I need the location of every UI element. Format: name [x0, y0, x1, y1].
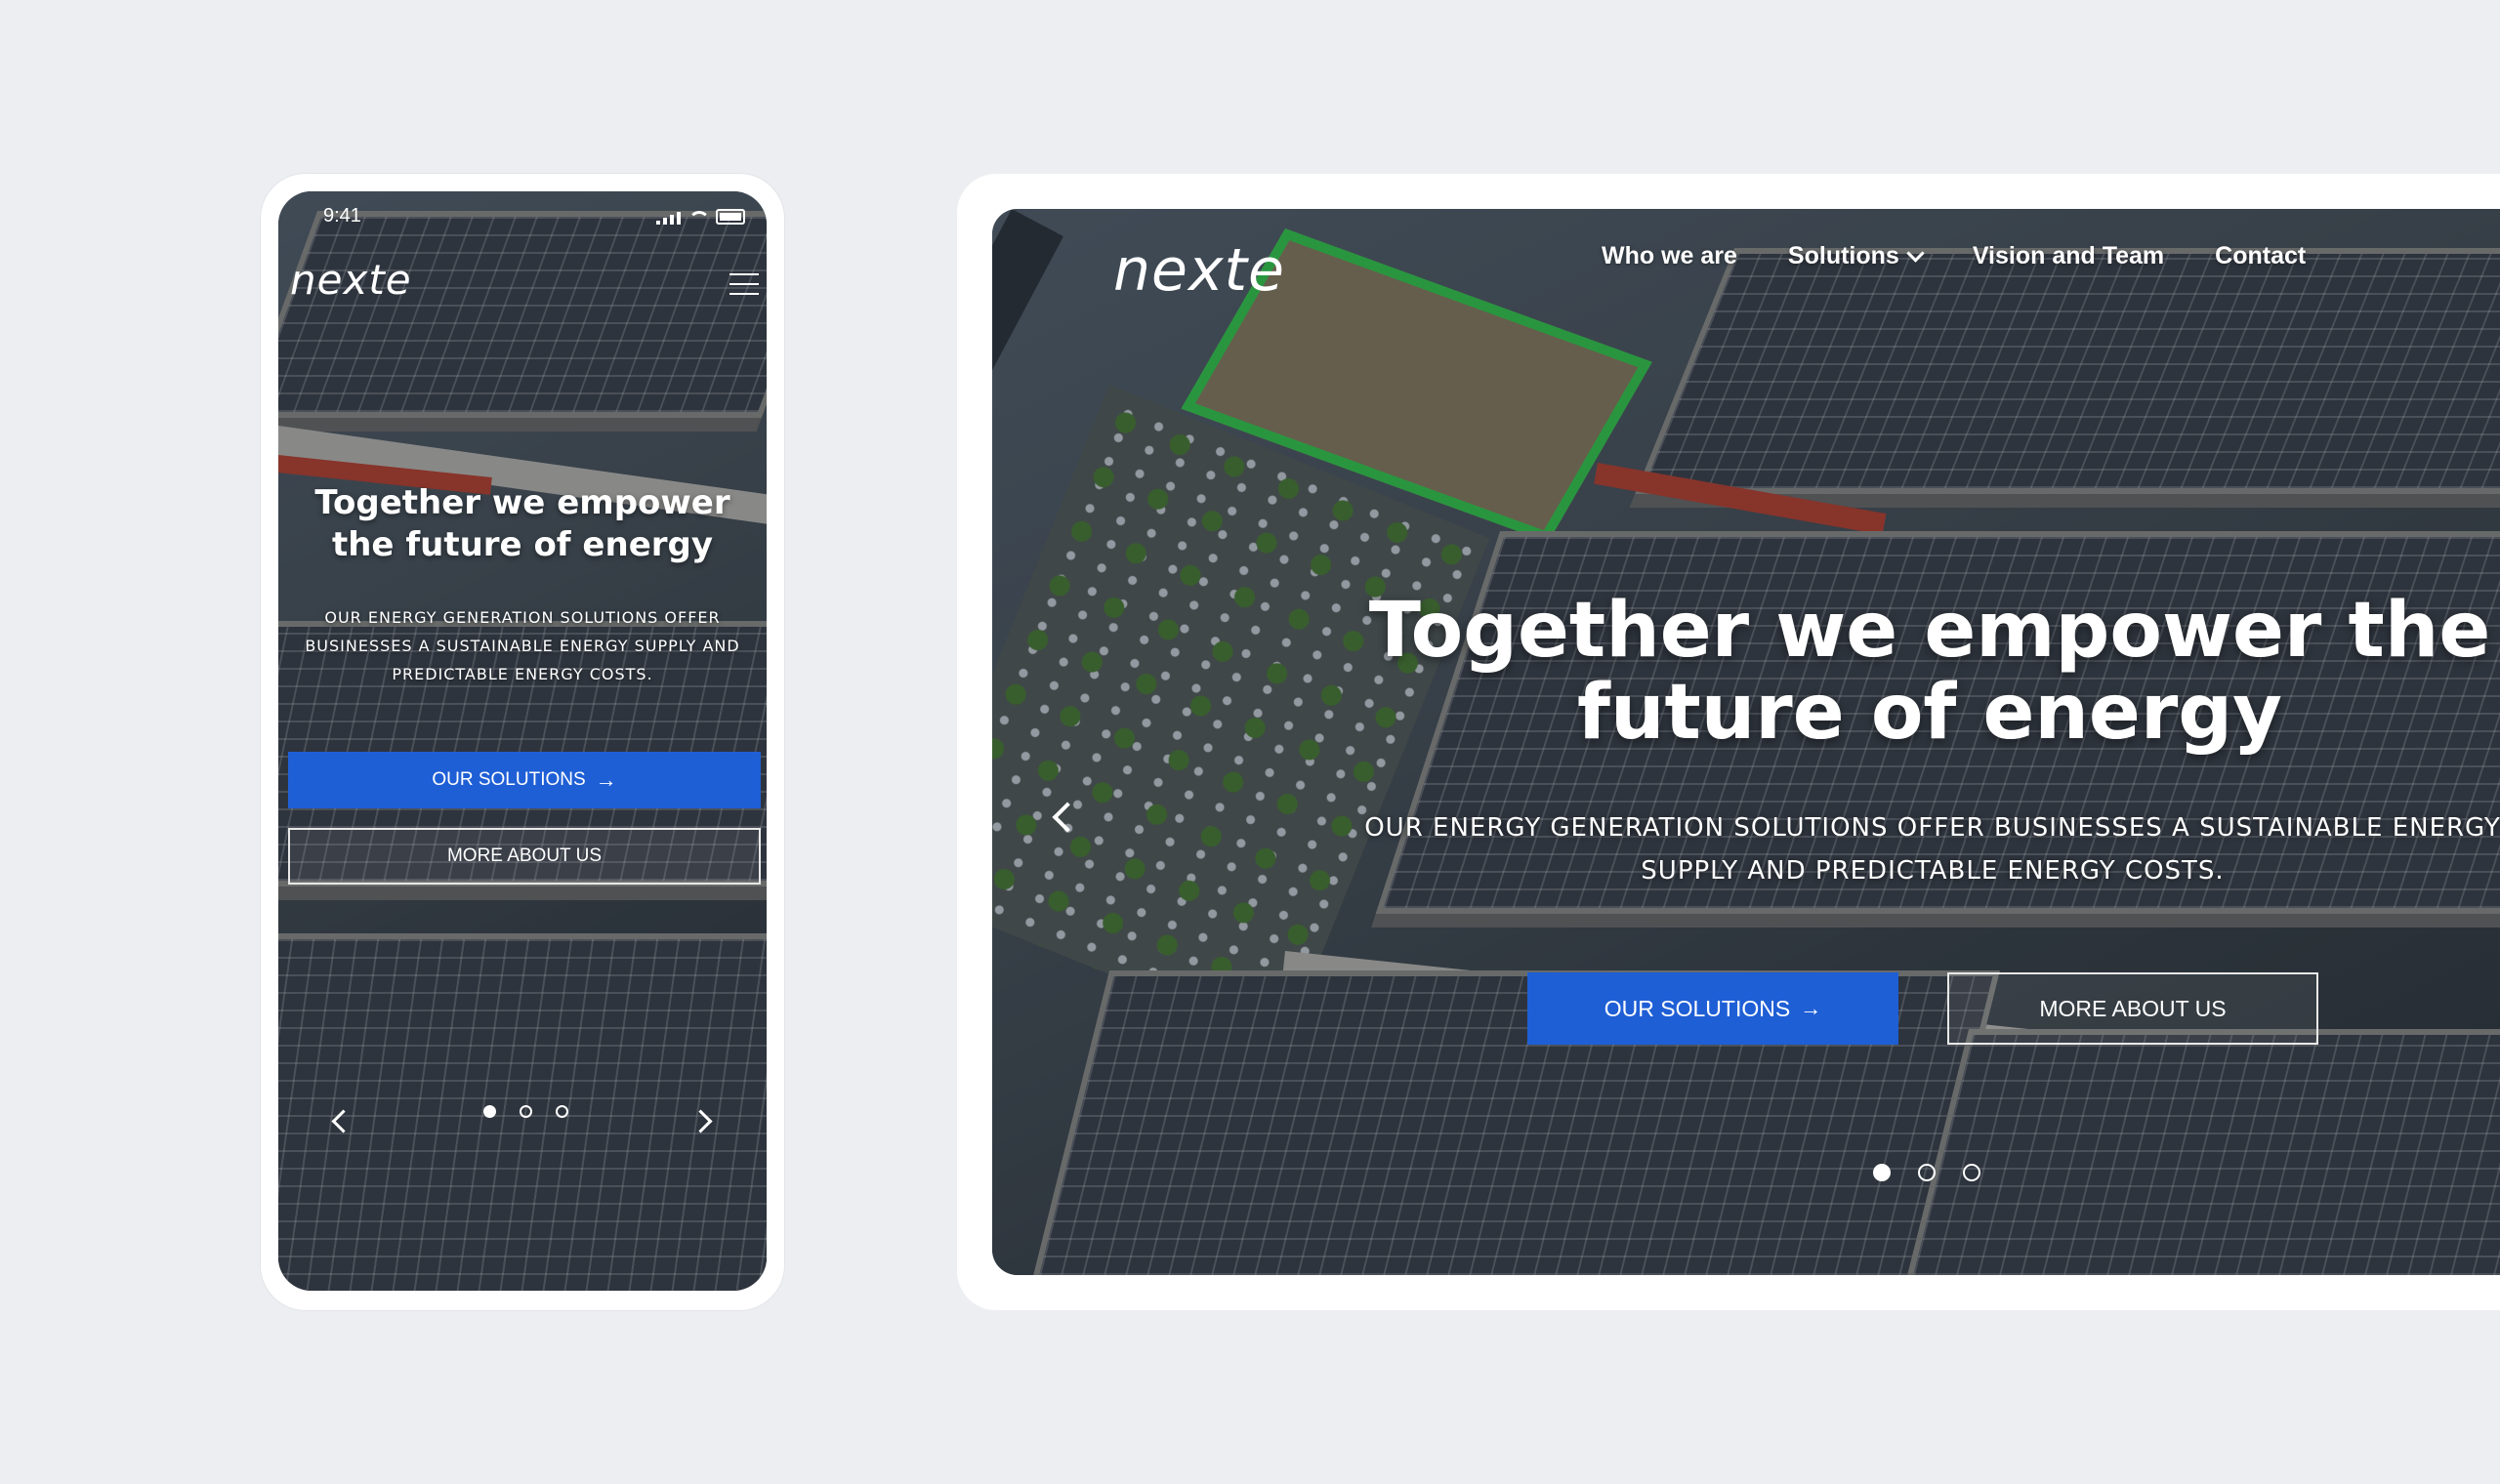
more-about-us-label: MORE ABOUT US [446, 845, 602, 866]
nav-label: Vision and Team [1972, 242, 2165, 269]
our-solutions-button[interactable]: OUR SOLUTIONS → [288, 752, 761, 808]
slide-dot-2[interactable] [1918, 1164, 1936, 1181]
more-about-us-label: MORE ABOUT US [2039, 995, 2227, 1021]
mobile-device-frame: 9:41 nexte Together we empower the futur… [261, 174, 784, 1310]
slider-dots [1873, 1164, 1980, 1181]
status-time: 9:41 [323, 205, 361, 227]
chevron-down-icon [1906, 244, 1925, 263]
slide-dot-2[interactable] [520, 1105, 532, 1118]
brand-logo[interactable]: nexte [290, 256, 412, 304]
our-solutions-label: OUR SOLUTIONS [432, 769, 586, 790]
hamburger-icon[interactable] [729, 273, 759, 297]
nav-contact[interactable]: Contact [2215, 242, 2306, 270]
hero-subtext: OUR ENERGY GENERATION SOLUTIONS OFFER BU… [1364, 813, 2500, 886]
slider-dots [483, 1105, 568, 1118]
status-bar: 9:41 [278, 205, 767, 228]
battery-icon [716, 209, 745, 225]
nav-label: Who we are [1602, 242, 1737, 269]
desktop-device-frame: nexte Who we are Solutions Vision and Te… [957, 174, 2500, 1310]
slide-dot-1[interactable] [483, 1105, 496, 1118]
nav-label: Contact [2215, 242, 2307, 269]
wifi-icon [688, 211, 710, 225]
nav-label: Solutions [1787, 242, 1899, 269]
hero-headline: Together we empower the future of energy [314, 483, 730, 564]
slide-dot-3[interactable] [1963, 1164, 1980, 1181]
hero-subtext: OUR ENERGY GENERATION SOLUTIONS OFFER BU… [305, 608, 740, 683]
our-solutions-label: OUR SOLUTIONS [1604, 995, 1791, 1021]
our-solutions-button[interactable]: OUR SOLUTIONS → [1527, 972, 1898, 1045]
chevron-left-icon[interactable] [1052, 802, 1083, 833]
nav-who-we-are[interactable]: Who we are [1602, 242, 1737, 270]
more-about-us-button[interactable]: MORE ABOUT US [288, 828, 761, 885]
hero-headline: Together we empower the future of energy [1368, 587, 2491, 757]
brand-logo[interactable]: nexte [1113, 236, 1285, 305]
arrow-right-icon: → [1800, 996, 1822, 1020]
nav-vision-and-team[interactable]: Vision and Team [1973, 242, 2164, 270]
signal-icon [656, 212, 681, 225]
desktop-screen: nexte Who we are Solutions Vision and Te… [992, 209, 2500, 1275]
chevron-right-icon[interactable] [688, 1109, 713, 1134]
chevron-left-icon[interactable] [331, 1109, 355, 1134]
slide-dot-3[interactable] [556, 1105, 568, 1118]
more-about-us-button[interactable]: MORE ABOUT US [1947, 972, 2318, 1045]
slide-dot-1[interactable] [1873, 1164, 1891, 1181]
nav-solutions[interactable]: Solutions [1787, 242, 1925, 270]
arrow-right-icon: → [595, 767, 617, 792]
main-navigation: Who we are Solutions Vision and Team Con… [1602, 242, 2306, 270]
mobile-screen: 9:41 nexte Together we empower the futur… [278, 191, 767, 1291]
